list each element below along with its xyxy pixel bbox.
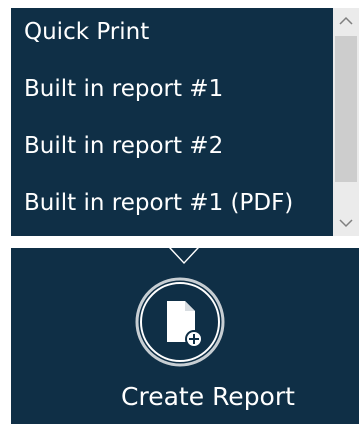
report-dropdown-menu: Quick Print Built in report #1 Built in … bbox=[11, 8, 359, 236]
menu-item-quick-print[interactable]: Quick Print bbox=[24, 18, 149, 46]
scroll-down-button[interactable] bbox=[333, 210, 359, 236]
menu-item-built-in-report-1-pdf[interactable]: Built in report #1 (PDF) bbox=[24, 189, 293, 217]
scroll-thumb[interactable] bbox=[335, 36, 357, 182]
menu-scrollbar[interactable] bbox=[333, 8, 359, 236]
create-report-button[interactable]: Create Report bbox=[113, 270, 303, 420]
new-document-icon bbox=[135, 277, 225, 367]
report-menu-list: Quick Print Built in report #1 Built in … bbox=[11, 8, 333, 236]
scroll-up-button[interactable] bbox=[333, 8, 359, 34]
create-report-label: Create Report bbox=[121, 382, 295, 411]
dropdown-pointer-inner bbox=[171, 248, 197, 262]
chevron-up-icon bbox=[339, 16, 353, 25]
menu-item-built-in-report-2[interactable]: Built in report #2 bbox=[24, 132, 223, 160]
chevron-down-icon bbox=[339, 219, 353, 228]
menu-item-built-in-report-1[interactable]: Built in report #1 bbox=[24, 75, 223, 103]
